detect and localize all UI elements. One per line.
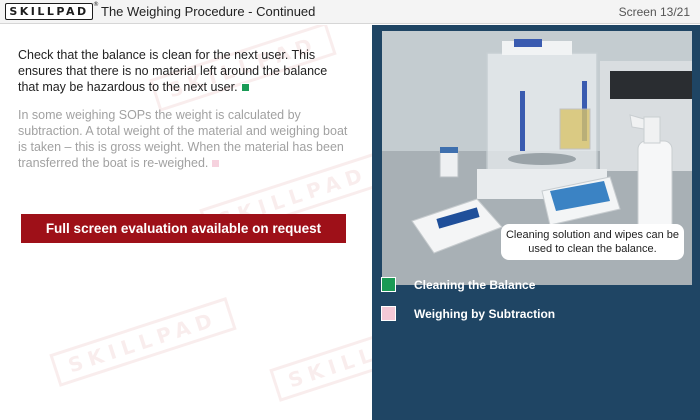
screen-counter: Screen 13/21 [618,5,690,19]
logo-text: SKILLPAD [9,5,89,18]
skillpad-logo: SKILLPAD ® [5,1,99,20]
subtraction-paragraph: In some weighing SOPs the weight is calc… [18,107,348,171]
pink-square-icon [381,306,396,321]
text-panel: SKILLPAD SKILLPAD SKILLPAD SKILLPAD Chec… [0,25,372,420]
image-caption: Cleaning solution and wipes can be used … [501,224,684,260]
legend-label: Cleaning the Balance [414,278,536,292]
paragraph-2-text: In some weighing SOPs the weight is calc… [18,108,348,170]
instruction-paragraph: Check that the balance is clean for the … [18,47,348,95]
trademark-mark: ® [93,1,99,8]
legend-item-subtraction[interactable]: Weighing by Subtraction [372,303,700,325]
subtraction-marker-icon [211,159,221,168]
media-panel: Cleaning solution and wipes can be used … [372,25,700,420]
cleaning-marker-icon [240,83,250,92]
green-square-icon [381,277,396,292]
legend-item-cleaning[interactable]: Cleaning the Balance [372,274,700,296]
evaluation-request-button[interactable]: Full screen evaluation available on requ… [21,214,346,243]
legend-label: Weighing by Subtraction [414,307,556,321]
page-title: The Weighing Procedure - Continued [101,4,316,19]
watermark: SKILLPAD [49,297,237,387]
paragraph-1-text: Check that the balance is clean for the … [18,48,328,94]
header-bar: SKILLPAD ® The Weighing Procedure - Cont… [0,0,700,24]
lab-balance-image: Cleaning solution and wipes can be used … [382,31,692,285]
watermark: SKILLPAD [269,312,372,402]
